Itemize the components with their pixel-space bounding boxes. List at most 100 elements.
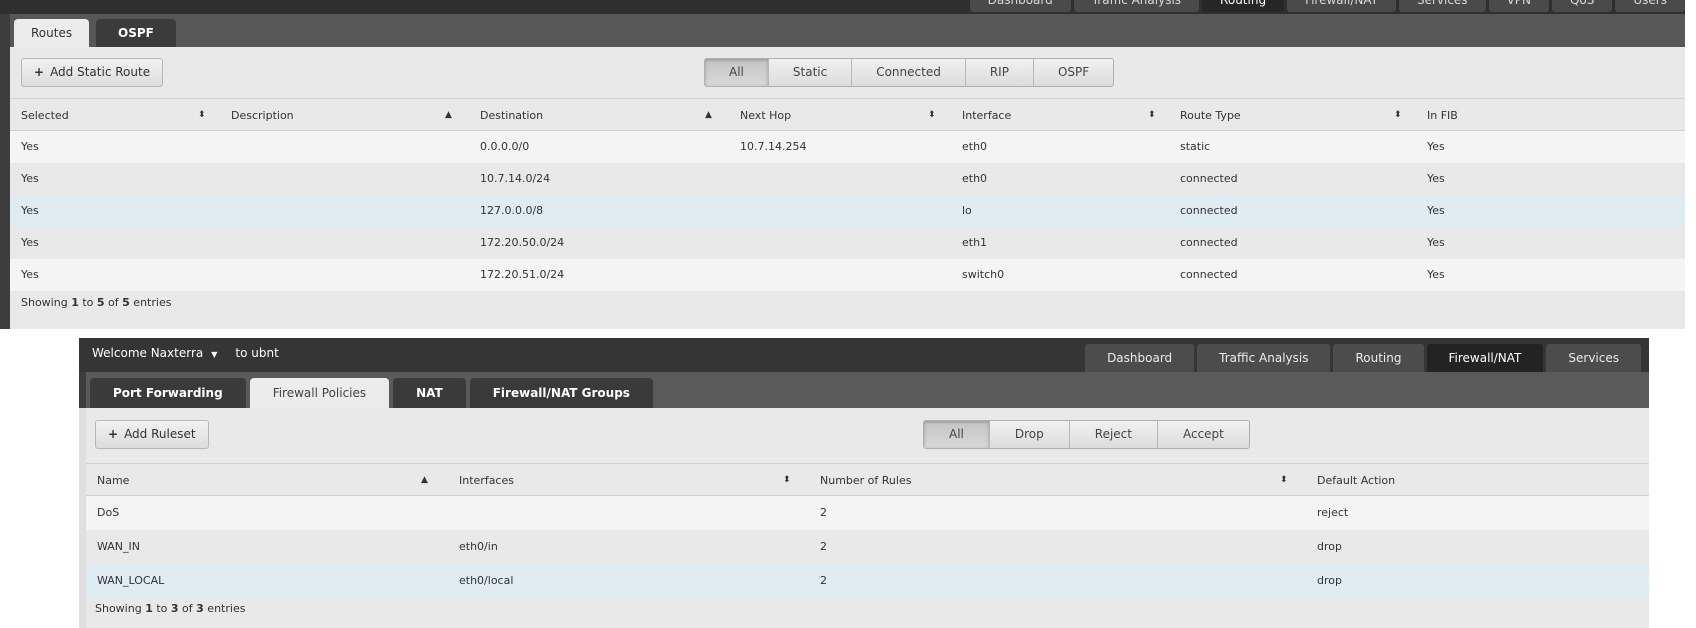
sort-icon[interactable]: ⬍ [198,100,206,131]
top-nav-routing[interactable]: Routing [1202,0,1285,12]
tab-port-forwarding[interactable]: Port Forwarding [90,378,246,408]
sort-ascending-icon[interactable]: ▲ [421,465,428,496]
cell-route-type: connected [1180,236,1238,249]
sort-ascending-icon[interactable]: ▲ [705,100,712,131]
main-nav-firewall-nat[interactable]: Firewall/NAT [1426,344,1544,372]
cell-route-type: connected [1180,268,1238,281]
table-row[interactable]: WAN_IN eth0/in 2 drop [86,530,1649,564]
column-header-name[interactable]: Name [97,465,129,496]
top-nav-traffic-analysis[interactable]: Traffic Analysis [1073,0,1200,12]
tab-nat[interactable]: NAT [393,378,466,408]
plus-icon: + [108,427,119,441]
filter-rip-button[interactable]: RIP [964,59,1033,86]
table-row[interactable]: DoS 2 reject [86,496,1649,530]
top-nav-firewall-nat[interactable]: Firewall/NAT [1287,0,1396,12]
firewall-tab-bar: Port Forwarding Firewall Policies NAT Firew… [79,372,1649,408]
table-row[interactable]: Yes 0.0.0.0/0 10.7.14.254 eth0 static Yes [10,131,1685,163]
top-nav-vpn[interactable]: VPN [1488,0,1549,12]
filter-reject-button[interactable]: Reject [1068,421,1157,448]
top-nav-bar: Dashboard Traffic Analysis Routing Firewall… [0,0,1685,14]
cell-destination: 172.20.50.0/24 [480,236,565,249]
sort-icon[interactable]: ⬍ [1280,465,1288,496]
cell-selected: Yes [21,204,39,217]
cell-name: WAN_IN [97,540,141,553]
cell-name: WAN_LOCAL [97,574,165,587]
filter-drop-button[interactable]: Drop [988,421,1069,448]
footer-to-word: to [152,602,171,615]
caret-down-icon: ▼ [211,350,218,359]
sort-ascending-icon[interactable]: ▲ [445,100,452,131]
add-ruleset-label: Add Ruleset [124,427,196,441]
table-row[interactable]: WAN_LOCAL eth0/local 2 drop [86,564,1649,598]
footer-prefix: Showing [95,602,146,615]
tab-routes[interactable]: Routes [14,19,90,47]
main-nav-routing[interactable]: Routing [1333,344,1424,372]
filter-accept-button[interactable]: Accept [1156,421,1249,448]
table-row[interactable]: Yes 172.20.50.0/24 eth1 connected Yes [10,227,1685,259]
main-nav-dashboard[interactable]: Dashboard [1085,344,1195,372]
cell-in-fib: Yes [1427,172,1445,185]
rulesets-toolbar: + Add Ruleset All Drop Reject Accept [86,408,1649,464]
column-header-interface[interactable]: Interface [962,100,1011,131]
column-header-next-hop[interactable]: Next Hop [740,100,791,131]
footer-to: 3 [170,602,179,615]
main-nav-services[interactable]: Services [1546,344,1641,372]
column-header-default-action[interactable]: Default Action [1317,465,1395,496]
sort-icon[interactable]: ⬍ [783,465,791,496]
table-row[interactable]: Yes 127.0.0.0/8 lo connected Yes [10,195,1685,227]
filter-all-button[interactable]: All [705,59,768,86]
column-header-selected[interactable]: Selected [21,100,69,131]
rulesets-table-footer: Showing 1 to 3 of 3 entries [86,598,1649,620]
firewall-panel: Welcome Naxterra ▼ to ubnt Dashboard Traffi… [79,338,1649,628]
top-nav-services[interactable]: Services [1398,0,1486,12]
column-header-description[interactable]: Description [231,100,294,131]
column-header-route-type[interactable]: Route Type [1180,100,1241,131]
cell-selected: Yes [21,236,39,249]
routes-toolbar: + Add Static Route All Static Connected RIP O… [10,47,1685,99]
cell-interfaces: eth0/in [459,540,498,553]
table-row[interactable]: Yes 172.20.51.0/24 switch0 connected Yes [10,259,1685,291]
routes-table-body: Yes 0.0.0.0/0 10.7.14.254 eth0 static Yes Yes 1… [10,131,1685,291]
cell-destination: 0.0.0.0/0 [480,140,530,153]
footer-of-word: of [178,602,197,615]
table-row[interactable]: Yes 10.7.14.0/24 eth0 connected Yes [10,163,1685,195]
routes-table-header: Selected ⬍ Description ▲ Destination ▲ Next Ho… [10,100,1685,131]
tab-firewall-nat-groups[interactable]: Firewall/NAT Groups [469,378,653,408]
route-type-filter: All Static Connected RIP OSPF [704,58,1115,87]
cell-destination: 127.0.0.0/8 [480,204,544,217]
filter-static-button[interactable]: Static [767,59,852,86]
filter-connected-button[interactable]: Connected [851,59,965,86]
tab-firewall-policies[interactable]: Firewall Policies [249,378,390,408]
column-header-number-of-rules[interactable]: Number of Rules [820,465,911,496]
cell-interface: switch0 [962,268,1005,281]
routing-tab-bar: Routes OSPF [10,14,1685,47]
footer-suffix: entries [129,296,172,309]
add-static-route-button[interactable]: + Add Static Route [21,58,164,87]
top-nav-dashboard[interactable]: Dashboard [969,0,1071,12]
cell-in-fib: Yes [1427,204,1445,217]
welcome-menu[interactable]: Welcome Naxterra ▼ to ubnt [92,338,279,370]
cell-rules: 2 [820,506,827,519]
column-header-destination[interactable]: Destination [480,100,543,131]
sort-icon[interactable]: ⬍ [928,100,936,131]
main-nav-traffic-analysis[interactable]: Traffic Analysis [1197,344,1331,372]
footer-suffix: entries [203,602,246,615]
cell-action: drop [1317,540,1342,553]
top-nav-users[interactable]: Users [1615,0,1685,12]
sort-icon[interactable]: ⬍ [1148,100,1156,131]
footer-of-word: of [104,296,123,309]
column-header-in-fib[interactable]: In FIB [1427,100,1458,131]
routing-panel: Dashboard Traffic Analysis Routing Firewall… [0,0,1696,329]
filter-all-button[interactable]: All [924,421,989,448]
filter-ospf-button[interactable]: OSPF [1032,59,1114,86]
add-static-route-label: Add Static Route [50,65,151,79]
tab-ospf[interactable]: OSPF [96,19,176,47]
sort-icon[interactable]: ⬍ [1394,100,1402,131]
column-header-interfaces[interactable]: Interfaces [459,465,514,496]
main-nav: Dashboard Traffic Analysis Routing Firewall… [1085,344,1641,372]
firewall-tabs: Port Forwarding Firewall Policies NAT Firew… [90,378,653,408]
routes-table: Selected ⬍ Description ▲ Destination ▲ Next Ho… [10,100,1685,315]
top-nav-qos[interactable]: QoS [1551,0,1613,12]
add-ruleset-button[interactable]: + Add Ruleset [95,420,209,449]
cell-selected: Yes [21,268,39,281]
